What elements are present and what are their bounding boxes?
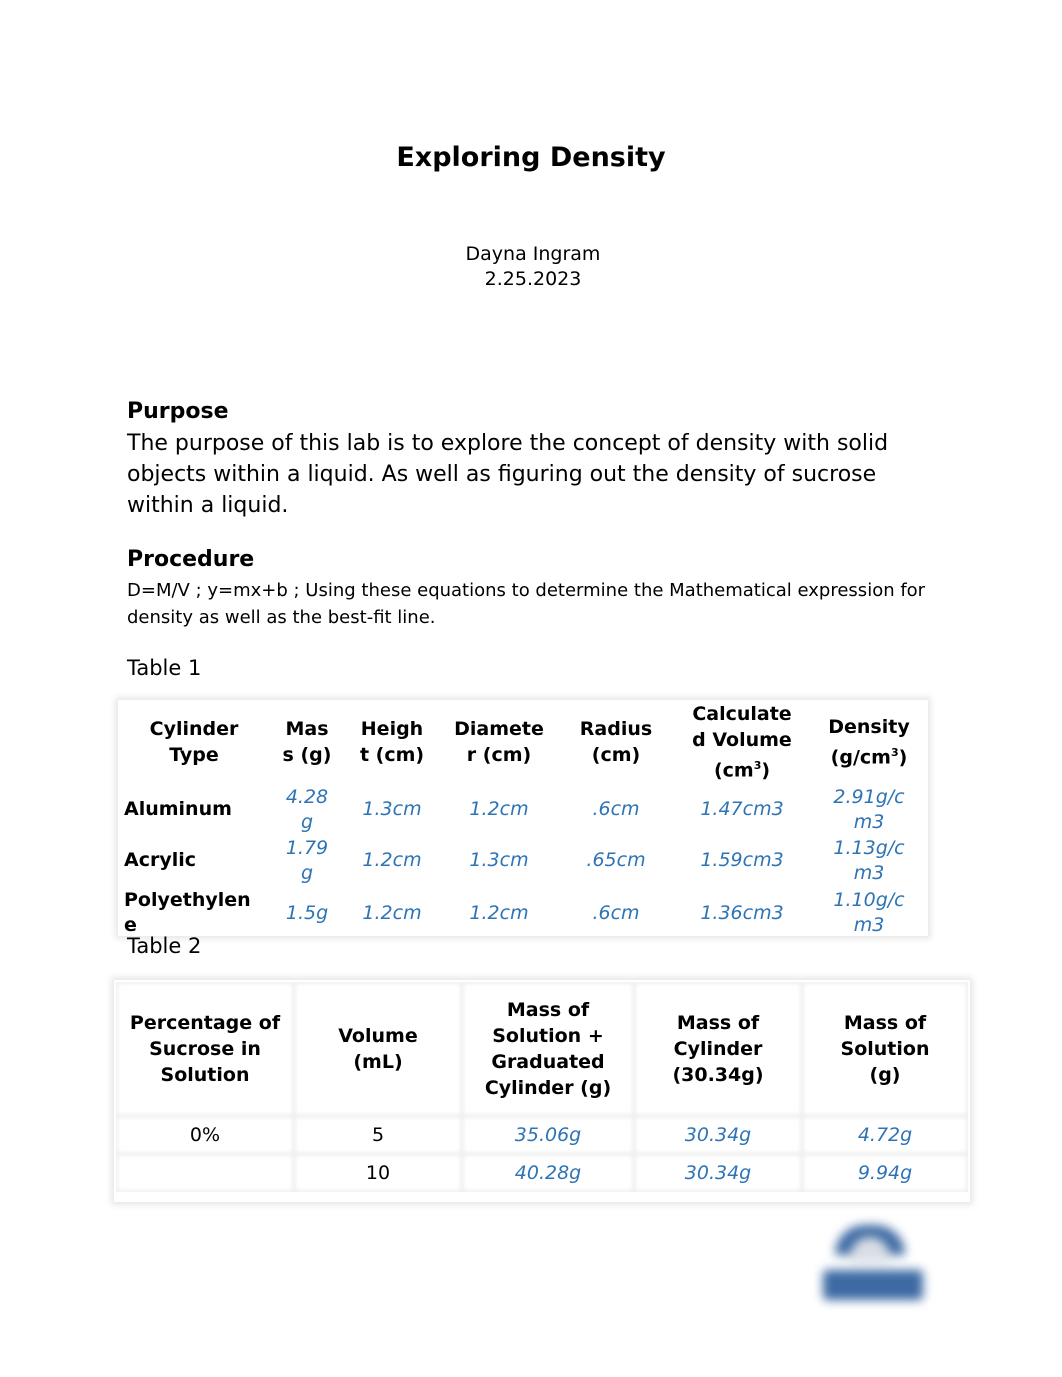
radius-value: .65cm (586, 849, 646, 871)
mass-value: 1.5g (285, 901, 329, 924)
table1: Cylinder Type Mas s (g) Heigh t (cm) Diame… (120, 700, 926, 940)
mass-solution-value: 4.72g (802, 1116, 968, 1154)
table2-header-mass-solution: Mass of Solution (g) (802, 982, 968, 1116)
mass-value: 1.79g (285, 836, 329, 884)
volume-value: 1.36cm3 (700, 901, 784, 924)
diameter-value: 1.3cm (469, 849, 529, 871)
mass-cylinder-value: 30.34g (634, 1116, 802, 1154)
table1-header-volume: Calculate d Volume (cm3) (692, 702, 792, 782)
table-row: 0% 5 35.06g 30.34g 4.72g (116, 1116, 968, 1154)
mass-cylinder-value: 30.34g (634, 1154, 802, 1192)
procedure-text: D=M/V ; y=mx+b ; Using these equations t… (127, 580, 926, 628)
radius-value: .6cm (592, 798, 640, 820)
mass-total-value: 40.28g (462, 1154, 634, 1192)
percent-value (116, 1154, 294, 1192)
volume-value: 1.59cm3 (700, 849, 784, 871)
table2-caption: Table 2 (127, 934, 202, 958)
height-value: 1.2cm (362, 901, 422, 924)
mass-total-value: 35.06g (462, 1116, 634, 1154)
table1-header-density: Density (g/cm3) (828, 715, 910, 769)
cylinder-type: Acrylic (124, 849, 197, 871)
cylinder-type: Aluminum (124, 798, 232, 820)
document-title: Exploring Density (396, 142, 666, 173)
diameter-value: 1.2cm (469, 798, 529, 820)
mass-solution-value: 9.94g (802, 1154, 968, 1192)
table1-header-radius: Radius (cm) (579, 718, 653, 766)
procedure-heading: Procedure (127, 547, 255, 572)
mass-value: 4.28g (285, 785, 329, 833)
table-row: Polyethylene 1.5g 1.2cm 1.2cm .6cm 1.36c… (120, 886, 926, 940)
density-value: 1.13g/cm3 (833, 836, 905, 884)
table1-header-mass: Mas s (g) (282, 718, 332, 766)
radius-value: .6cm (592, 901, 640, 924)
table1-header-row: Cylinder Type Mas s (g) Heigh t (cm) Diame… (120, 700, 926, 784)
diameter-value: 1.2cm (469, 901, 529, 924)
table2-header-row: Percentage of Sucrose in Solution Volume… (116, 982, 968, 1116)
table2: Percentage of Sucrose in Solution Volume… (116, 982, 968, 1192)
purpose-heading: Purpose (127, 399, 229, 424)
volume-value: 1.47cm3 (700, 798, 784, 820)
table2-header-mass-total: Mass of Solution + Graduated Cylinder (g… (462, 982, 634, 1116)
height-value: 1.2cm (362, 849, 422, 871)
author-name: Dayna Ingram (465, 243, 601, 265)
purpose-text: The purpose of this lab is to explore th… (127, 431, 889, 518)
table1-header-type: Cylinder Type (149, 718, 239, 766)
percent-value: 0% (116, 1116, 294, 1154)
table-row: Aluminum 4.28g 1.3cm 1.2cm .6cm 1.47cm3 … (120, 784, 926, 835)
table1-caption: Table 1 (127, 656, 202, 680)
document-date: 2.25.2023 (484, 268, 582, 290)
table-row: 10 40.28g 30.34g 9.94g (116, 1154, 968, 1192)
height-value: 1.3cm (362, 798, 422, 820)
table2-header-mass-cylinder: Mass of Cylinder (30.34g) (634, 982, 802, 1116)
volume-value: 10 (294, 1154, 462, 1192)
density-value: 2.91g/cm3 (833, 785, 905, 833)
institution-logo-icon (815, 1215, 925, 1305)
cylinder-type: Polyethylene (124, 889, 251, 936)
table1-header-diameter: Diamete r (cm) (454, 718, 544, 766)
density-value: 1.10g/cm3 (833, 889, 905, 936)
volume-value: 5 (294, 1116, 462, 1154)
table1-header-height: Heigh t (cm) (359, 718, 425, 766)
table2-header-percent: Percentage of Sucrose in Solution (116, 982, 294, 1116)
table2-header-volume: Volume (mL) (294, 982, 462, 1116)
table-row: Acrylic 1.79g 1.2cm 1.3cm .65cm 1.59cm3 … (120, 835, 926, 886)
